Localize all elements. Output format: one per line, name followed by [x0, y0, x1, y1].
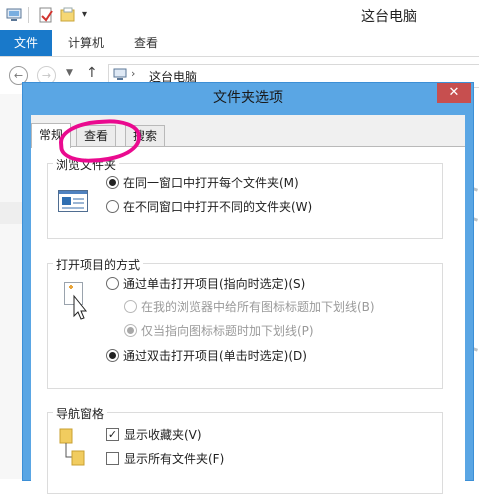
ribbon-tab-file[interactable]: 文件	[0, 30, 52, 56]
toolbar-divider	[28, 7, 29, 23]
browse-folders-group: 浏览文件夹 在同一窗口中打开每个文件夹(M) 在不同窗口中打开不同的文件夹(W)	[47, 156, 443, 239]
option-label: 显示所有文件夹(F)	[124, 452, 225, 466]
close-icon[interactable]: ✕	[437, 83, 471, 103]
general-tab-panel: 浏览文件夹 在同一窗口中打开每个文件夹(M) 在不同窗口中打开不同的文件夹(W)…	[31, 146, 465, 494]
group-title: 浏览文件夹	[53, 156, 120, 173]
open-suboption: 在我的浏览器中给所有图标标题加下划线(B)	[124, 299, 375, 315]
option-label: 在同一窗口中打开每个文件夹(M)	[123, 176, 299, 190]
ribbon-tab-view[interactable]: 查看	[124, 30, 168, 56]
breadcrumb-separator-icon[interactable]: ›	[131, 67, 135, 80]
radio-button[interactable]	[106, 176, 119, 189]
window-icon	[58, 190, 88, 215]
radio-button[interactable]	[106, 200, 119, 213]
nav-option[interactable]: 显示所有文件夹(F)	[106, 451, 224, 467]
ribbon-tabs: 文件 计算机 查看	[0, 30, 479, 57]
radio-button	[124, 324, 137, 337]
dialog-title: 文件夹选项	[213, 90, 283, 106]
browse-option[interactable]: 在不同窗口中打开不同的文件夹(W)	[106, 199, 312, 215]
quick-access-toolbar: ▾ 这台电脑	[0, 0, 479, 30]
computer-icon[interactable]	[6, 7, 22, 23]
navigation-pane-group: 导航窗格 ✓ 显示收藏夹(V) 显示所有文件夹(F)	[47, 405, 443, 494]
option-label: 通过双击打开项目(单击时选定)(D)	[123, 349, 307, 363]
new-folder-icon[interactable]	[60, 7, 76, 23]
window-title: 这台电脑	[361, 9, 417, 25]
open-option[interactable]: 通过双击打开项目(单击时选定)(D)	[106, 348, 307, 364]
dialog-tabs: 常规 查看 搜索	[31, 123, 465, 148]
option-label: 仅当指向图标标题时加下划线(P)	[141, 324, 314, 338]
ribbon-tab-computer[interactable]: 计算机	[58, 30, 114, 56]
nav-pane-selection[interactable]	[0, 202, 24, 224]
browse-option[interactable]: 在同一窗口中打开每个文件夹(M)	[106, 175, 299, 191]
navigation-pane	[0, 94, 24, 479]
radio-button[interactable]	[106, 277, 119, 290]
option-label: 在不同窗口中打开不同的文件夹(W)	[123, 200, 313, 214]
checkbox[interactable]	[106, 452, 119, 465]
folder-tree-icon	[58, 427, 88, 474]
dialog-body: 常规 查看 搜索 浏览文件夹 在同一窗口中打开每个文件夹(M) 在不同窗口中打开…	[31, 115, 465, 494]
folder-options-dialog: 文件夹选项 ✕ 常规 查看 搜索 浏览文件夹 在同一窗口中打开每个文件夹(M) …	[22, 82, 474, 494]
tab-search[interactable]: 搜索	[125, 125, 166, 146]
open-items-group: 打开项目的方式 通过单击打开项目(指向时选定)(S) 在我的浏览器中给所有图标标…	[47, 256, 443, 389]
open-option[interactable]: 通过单击打开项目(指向时选定)(S)	[106, 276, 305, 292]
option-label: 通过单击打开项目(指向时选定)(S)	[123, 277, 306, 291]
checkbox[interactable]: ✓	[106, 428, 119, 441]
nav-option[interactable]: ✓ 显示收藏夹(V)	[106, 427, 202, 443]
open-suboption: 仅当指向图标标题时加下划线(P)	[124, 323, 314, 339]
radio-button	[124, 300, 137, 313]
option-label: 显示收藏夹(V)	[124, 428, 202, 442]
properties-icon[interactable]	[38, 7, 54, 23]
up-icon[interactable]: ↑	[86, 65, 98, 81]
dropdown-icon[interactable]: ▾	[82, 7, 98, 23]
pointer-icon	[64, 278, 90, 323]
group-title: 导航窗格	[53, 405, 108, 422]
recent-icon[interactable]: ▼	[66, 68, 73, 78]
tab-view[interactable]: 查看	[76, 125, 117, 146]
radio-button[interactable]	[106, 349, 119, 362]
tab-general[interactable]: 常规	[31, 123, 72, 148]
option-label: 在我的浏览器中给所有图标标题加下划线(B)	[141, 300, 375, 314]
group-title: 打开项目的方式	[53, 256, 144, 273]
